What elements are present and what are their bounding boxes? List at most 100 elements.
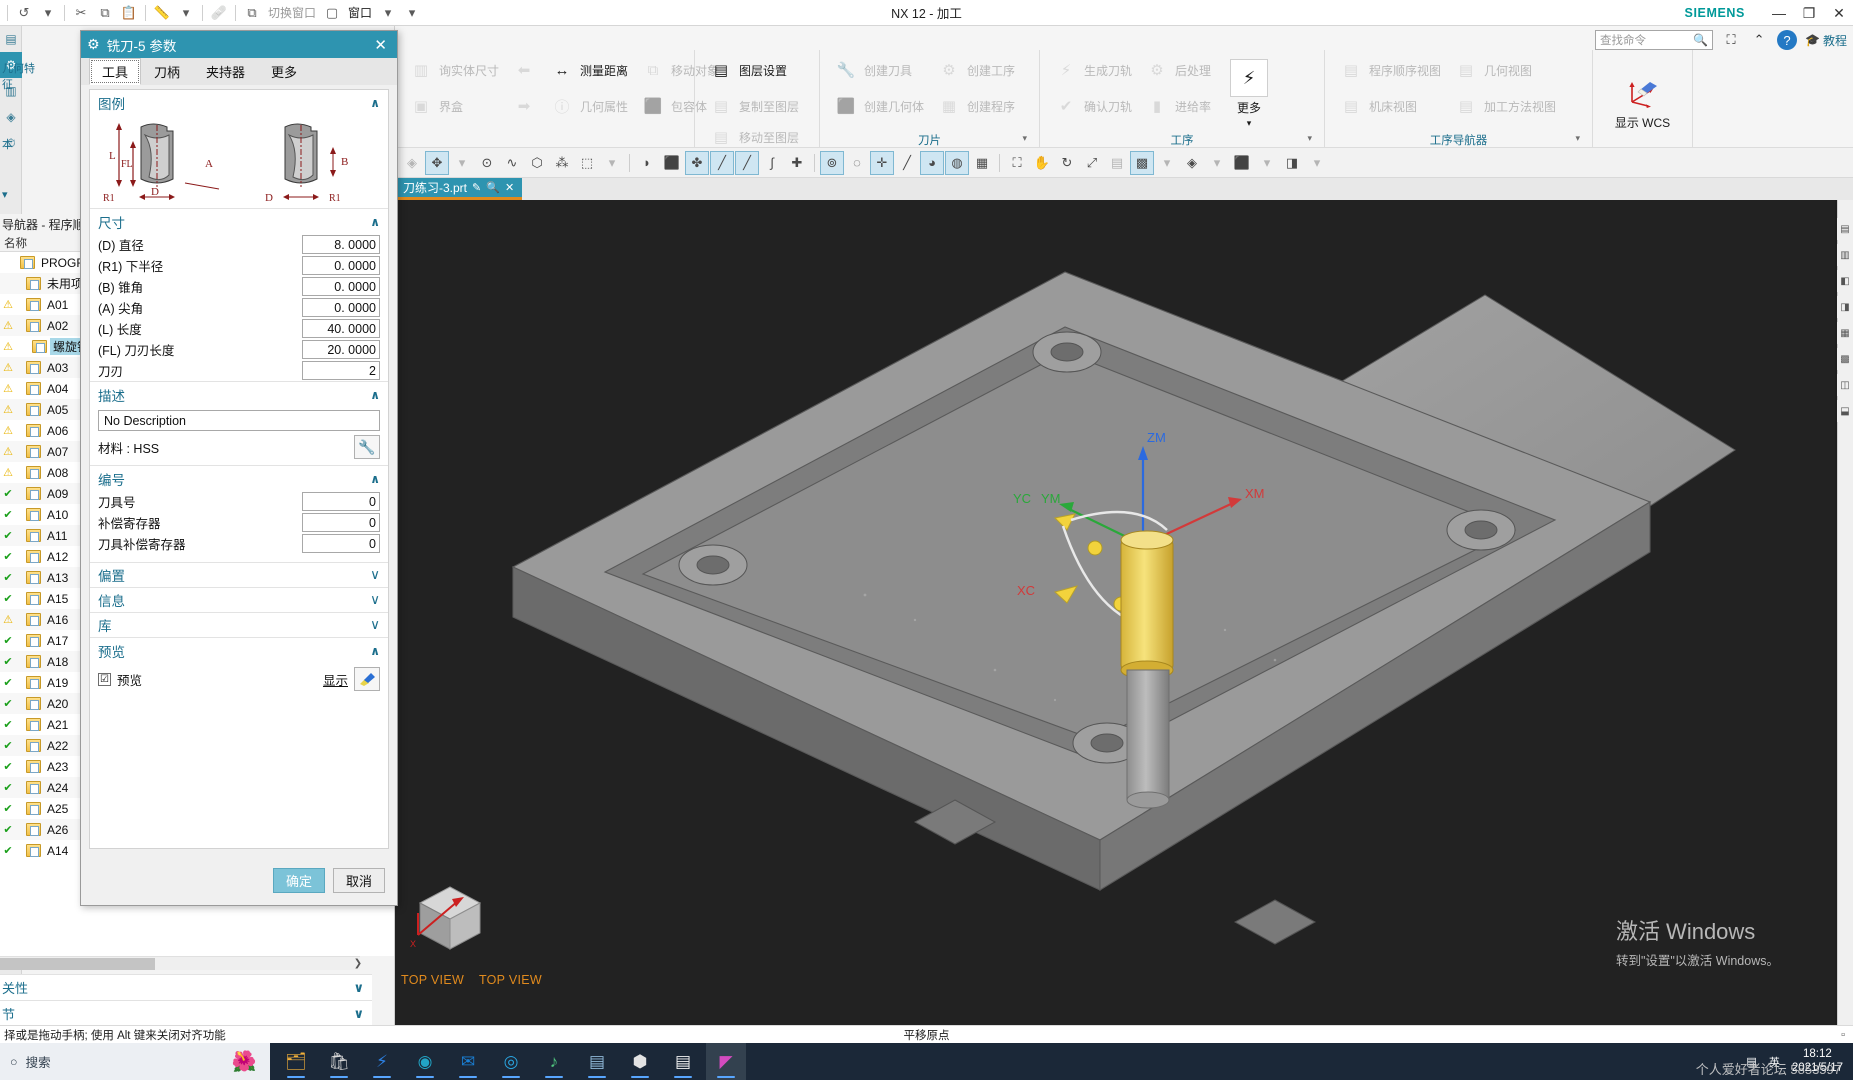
line-icon[interactable]: ╱ [710,150,734,175]
section-header-description[interactable]: 描述 ∧ [90,381,388,407]
full-screen-icon[interactable]: ⛶ [1721,30,1741,50]
status-minimize-icon[interactable]: ▫ [1841,1029,1845,1041]
chevron-down-icon[interactable]: ▾ [1575,133,1580,144]
chevron-down-icon[interactable]: ▾ [1307,133,1312,144]
grid-icon[interactable]: ▦ [970,151,994,175]
rotate-icon[interactable]: ↻ [1055,151,1079,175]
chevron-down-icon[interactable]: ∨ [370,567,380,583]
color-icon[interactable]: ◨ [1280,151,1304,175]
body-icon[interactable]: ⬛ [660,151,684,175]
snap-filter-icon[interactable]: ◈ [400,151,424,175]
search-part-icon[interactable]: 🔍 [486,181,500,194]
ribbon-item-prev[interactable]: ⬅ [506,54,542,86]
dimension-input[interactable]: 0. 0000 [302,256,380,275]
selection-dropdown-icon[interactable]: ▾ [600,151,624,175]
section-header-preview[interactable]: 预览 ∧ [90,637,388,663]
collapsed-section[interactable]: 信息 ∨ [90,587,388,612]
scroll-right-arrow[interactable]: ❯ [348,956,368,970]
viewport-side-icon-3[interactable]: ◨ [1837,296,1853,318]
store-icon[interactable]: 🛍 [319,1043,359,1080]
face-icon[interactable]: ◗ [635,151,659,175]
ribbon-item-program-order-view[interactable]: ▤ 程序顺序视图 [1333,54,1446,86]
chevron-down-icon[interactable]: ▾ [1022,133,1027,144]
cross-icon[interactable]: ✛ [870,150,894,175]
side-tab-geometry-feature[interactable]: 几何特征 [0,56,40,96]
music-icon[interactable]: ♪ [534,1043,574,1080]
chevron-up-icon[interactable]: ∧ [370,388,380,402]
ribbon-item-measure-distance[interactable]: ↔ 测量距离 [544,54,633,86]
viewport-side-icon-4[interactable]: ▦ [1837,322,1853,344]
file-tab[interactable]: 刀练习-3.prt ✎ 🔍 ✕ [395,178,523,200]
chevron-down-icon[interactable]: ∨ [353,980,364,996]
help-icon[interactable]: ? [1777,30,1798,50]
cancel-button[interactable]: 取消 [333,867,385,893]
file-explorer-icon[interactable]: 🗂 [276,1043,316,1080]
circle-center-icon[interactable]: ⊚ [820,150,844,175]
section-header-dimensions[interactable]: 尺寸 ∧ [90,208,388,234]
edit-icon[interactable]: ✎ [472,181,481,194]
dimension-input[interactable]: 0. 0000 [302,277,380,296]
note-icon[interactable]: ▤ [577,1043,617,1080]
viewport-side-toolbar[interactable]: ▤ ▥ ◧ ◨ ▦ ▩ ◫ ⬓ [1837,200,1853,1025]
shade-icon[interactable]: ◕ [920,150,944,175]
restore-button[interactable]: ❐ [1801,5,1817,22]
collapsed-section[interactable]: 库 ∨ [90,612,388,637]
preview-show-icon[interactable] [354,667,380,691]
tree-horizontal-scrollbar[interactable] [0,956,360,970]
numbering-input[interactable]: 0 [302,534,380,553]
left-section-relevance[interactable]: 关性 ∨ [0,974,372,1000]
clip-icon[interactable]: ▤ [1105,151,1129,175]
search-icon[interactable]: 🔍 [1693,33,1708,47]
close-button[interactable]: ✕ [1831,5,1847,22]
shaded-dropdown-icon[interactable]: ▾ [1255,151,1279,175]
pan-icon[interactable]: ✋ [1030,151,1054,175]
graphics-viewport[interactable]: ZM XM YM YC XC ZC [395,200,1853,1025]
snap-dropdown-icon[interactable]: ▾ [450,151,474,175]
show-wcs-button[interactable]: 显示 WCS [1601,54,1684,148]
tab-holder[interactable]: 刀柄 [141,58,194,85]
chevron-up-icon[interactable]: ∧ [370,644,380,658]
view-orientation-triad[interactable]: X [400,873,510,963]
chevron-down-icon[interactable]: ∨ [353,1006,364,1022]
selection-box-icon[interactable]: ⬚ [575,151,599,175]
3d-model-canvas[interactable]: ZM XM YM YC XC ZC [395,200,1835,1025]
viewport-side-icon-0[interactable]: ▤ [1837,218,1853,240]
viewport-side-icon-5[interactable]: ▩ [1837,348,1853,370]
viewport-side-icon-6[interactable]: ◫ [1837,374,1853,396]
ribbon-item-machine-view[interactable]: ▤ 机床视图 [1333,90,1446,122]
tutorial-button[interactable]: 🎓 教程 [1805,32,1847,49]
mail-icon[interactable]: ✉ [448,1043,488,1080]
datum-icon[interactable]: ✚ [785,151,809,175]
render-style-icon[interactable]: ◈ [1180,151,1204,175]
taskbar-flower-icon[interactable]: 🌺 [218,1043,270,1080]
preview-show-label[interactable]: 显示 [323,670,348,689]
render-icon[interactable]: ◍ [945,150,969,175]
side-tab-expand-icon[interactable]: ▾ [0,184,40,205]
ribbon-item-geometry-view[interactable]: ▤ 几何视图 [1448,54,1561,86]
viewport-side-icon-7[interactable]: ⬓ [1837,400,1853,422]
shield-icon[interactable]: ⬢ [620,1043,660,1080]
chevron-down-icon[interactable]: ∨ [370,617,380,633]
tab-tool[interactable]: 工具 [89,58,142,85]
left-section-detail[interactable]: 节 ∨ [0,1000,372,1025]
polygon-icon[interactable]: ⬡ [525,151,549,175]
ribbon-item-verify-toolpath[interactable]: ✔ 确认刀轨 [1048,90,1137,122]
ribbon-item-generate-toolpath[interactable]: ⚡ 生成刀轨 [1048,54,1137,86]
minimize-button[interactable]: — [1771,5,1787,21]
viewport-side-icon-2[interactable]: ◧ [1837,270,1853,292]
shaded-cube-icon[interactable]: ⬛ [1230,151,1254,175]
ribbon-item-method-view[interactable]: ▤ 加工方法视图 [1448,90,1561,122]
close-icon[interactable]: ✕ [505,181,514,194]
dimension-input[interactable]: 0. 0000 [302,298,380,317]
view-style-icon[interactable]: ▩ [1130,150,1154,175]
dimension-input[interactable]: 20. 0000 [302,340,380,359]
description-input[interactable]: No Description [98,410,380,431]
section-header-numbering[interactable]: 编号 ∧ [90,465,388,491]
ribbon-item-create-program[interactable]: ▦ 创建程序 [931,90,1020,122]
ribbon-item-solid-dim[interactable]: ▥ 询实体尺寸 [403,54,504,86]
ribbon-item-bounding-box[interactable]: ▣ 界盒 [403,90,504,122]
snap-point-icon[interactable]: ✥ [425,150,449,175]
section-header-legend[interactable]: 图例 ∧ [90,90,388,116]
arc-center-icon[interactable]: ⊙ [475,151,499,175]
ribbon-item-post-process[interactable]: ⚙ 后处理 [1139,54,1216,86]
